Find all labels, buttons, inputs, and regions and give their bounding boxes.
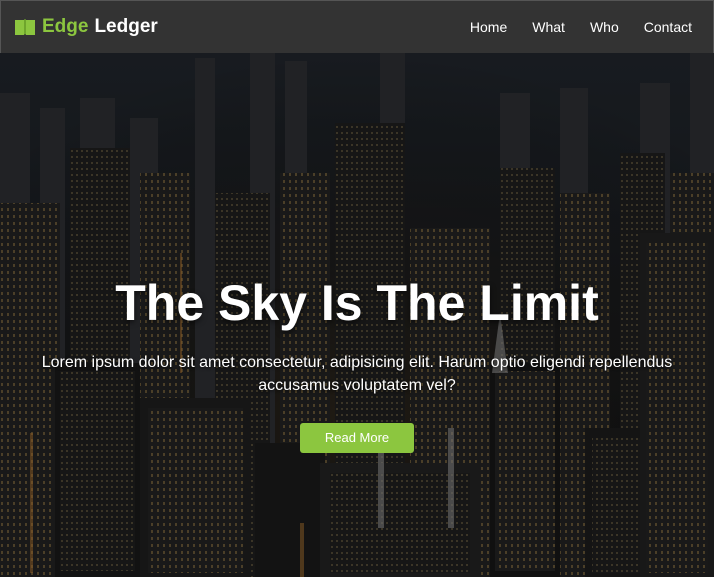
- brand-logo[interactable]: Edge Ledger: [14, 16, 158, 38]
- read-more-button[interactable]: Read More: [300, 423, 414, 453]
- nav-link-what[interactable]: What: [532, 19, 565, 35]
- navbar: Edge Ledger Home What Who Contact: [0, 0, 714, 53]
- hero-content: The Sky Is The Limit Lorem ipsum dolor s…: [0, 271, 714, 453]
- hero-title: The Sky Is The Limit: [115, 275, 599, 331]
- hero-description: Lorem ipsum dolor sit amet consectetur, …: [41, 354, 673, 394]
- brand-name: Ledger: [94, 16, 158, 37]
- nav-links: Home What Who Contact: [470, 19, 692, 35]
- nav-link-who[interactable]: Who: [590, 19, 619, 35]
- nav-link-contact[interactable]: Contact: [644, 19, 692, 35]
- book-icon: [15, 19, 35, 35]
- hero-section: The Sky Is The Limit Lorem ipsum dolor s…: [0, 53, 714, 577]
- brand-accent: Edge: [42, 16, 89, 37]
- nav-link-home[interactable]: Home: [470, 19, 507, 35]
